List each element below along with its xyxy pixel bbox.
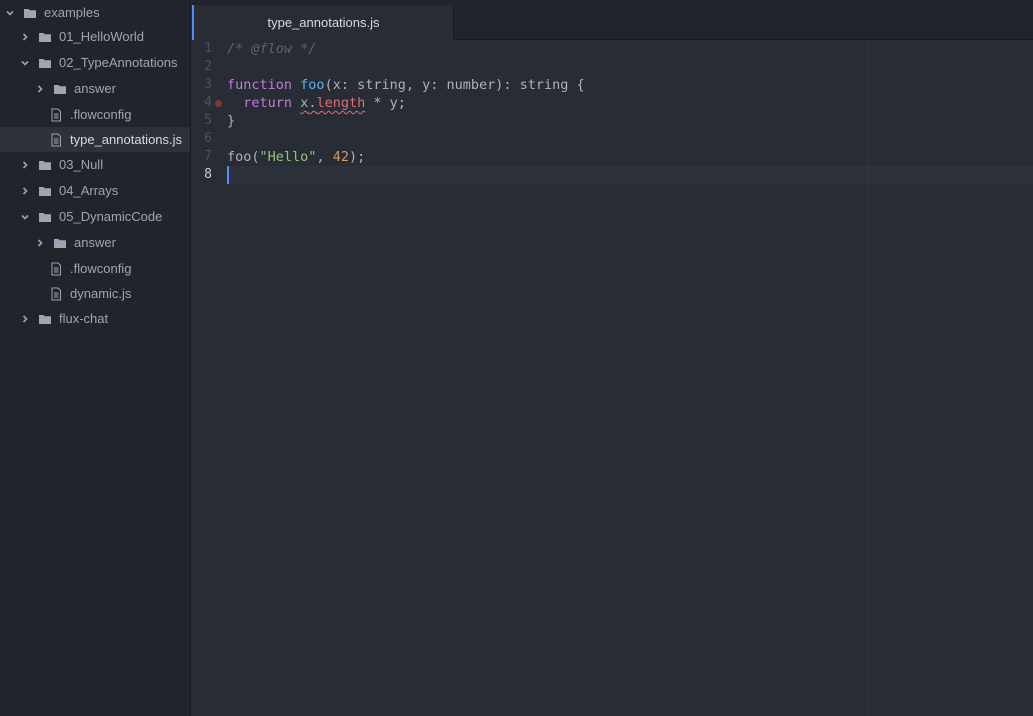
folder-icon	[38, 158, 52, 172]
tree-folder[interactable]: 03_Null	[0, 152, 190, 177]
code-token: * y;	[365, 95, 406, 111]
tree-file[interactable]: type_annotations.js	[0, 127, 190, 152]
code-token: (x: string, y: number): string {	[324, 77, 585, 93]
wrap-guide	[867, 40, 868, 716]
chevron-right-icon[interactable]	[19, 313, 31, 325]
folder-icon	[38, 210, 52, 224]
tree-folder[interactable]: examples	[0, 0, 190, 25]
code-token: foo(	[227, 149, 260, 165]
file-icon	[49, 108, 63, 122]
code-line: return x.length * y;	[227, 94, 1033, 112]
tree-folder[interactable]: answer	[0, 76, 190, 101]
line-gutter: 1 2 3 4 5 6 7 8	[192, 40, 222, 716]
file-icon	[49, 133, 63, 147]
code-token: 42	[332, 149, 349, 165]
code-line: }	[227, 112, 1033, 130]
error-indicator-icon[interactable]	[215, 100, 222, 107]
tree-item-label: 01_HelloWorld	[59, 29, 145, 44]
folder-icon	[38, 56, 52, 70]
code-token: return	[243, 95, 293, 111]
code-line	[227, 166, 1033, 184]
text-cursor	[227, 166, 229, 184]
code-area[interactable]: /* @flow */ function foo(x: string, y: nu…	[227, 40, 1033, 716]
tab-label: type_annotations.js	[267, 15, 380, 30]
line-number: 4	[204, 95, 212, 110]
tree-folder[interactable]: answer	[0, 230, 190, 255]
code-token: "Hello"	[259, 149, 317, 165]
file-tree-panel: examples 01_HelloWorld 02_TypeAnnotationsa…	[0, 0, 191, 716]
folder-icon	[23, 6, 37, 20]
line-number: 5	[204, 113, 212, 128]
chevron-right-icon[interactable]	[19, 31, 31, 43]
editor-window: examples 01_HelloWorld 02_TypeAnnotationsa…	[0, 0, 1033, 716]
tree-item-label: flux-chat	[59, 311, 109, 326]
line-number: 8	[204, 167, 212, 182]
code-line: function foo(x: string, y: number): stri…	[227, 76, 1033, 94]
tree-folder[interactable]: 04_Arrays	[0, 178, 190, 203]
editor-pane: type_annotations.js 1 2 3 4 5 6 7 8 /* @flow */…	[192, 0, 1033, 716]
chevron-right-icon[interactable]	[34, 83, 46, 95]
tree-item-label: answer	[74, 81, 116, 96]
tree-file[interactable]: .flowconfig	[0, 256, 190, 281]
folder-icon	[53, 82, 67, 96]
folder-icon	[38, 312, 52, 326]
chevron-right-icon[interactable]	[19, 185, 31, 197]
code-token: ,	[316, 149, 333, 165]
line-number: 1	[204, 41, 212, 56]
code-token: function	[227, 77, 293, 93]
code-token: /* @flow */	[227, 41, 317, 57]
tree-item-label: 05_DynamicCode	[59, 209, 163, 224]
line-number: 2	[204, 59, 212, 74]
tree-item-label: examples	[44, 5, 100, 20]
code-line: foo("Hello", 42);	[227, 148, 1033, 166]
line-number: 3	[204, 77, 212, 92]
tab-type-annotations[interactable]: type_annotations.js	[192, 5, 454, 40]
tree-file[interactable]: .flowconfig	[0, 102, 190, 127]
code-line: /* @flow */	[227, 40, 1033, 58]
file-icon	[49, 287, 63, 301]
chevron-down-icon[interactable]	[19, 57, 31, 69]
code-token: );	[348, 149, 366, 165]
code-token: length	[316, 95, 366, 111]
tree-item-label: 03_Null	[59, 157, 104, 172]
tree-item-label: .flowconfig	[70, 107, 132, 122]
tree-item-label: 02_TypeAnnotations	[59, 55, 178, 70]
folder-icon	[38, 184, 52, 198]
tree-item-label: 04_Arrays	[59, 183, 119, 198]
line-number: 6	[204, 131, 212, 146]
tree-folder[interactable]: 01_HelloWorld	[0, 24, 190, 49]
folder-icon	[53, 236, 67, 250]
tree-folder[interactable]: 02_TypeAnnotations	[0, 50, 190, 75]
tree-item-label: .flowconfig	[70, 261, 132, 276]
tree-item-label: answer	[74, 235, 116, 250]
tree-item-label: dynamic.js	[70, 286, 132, 301]
tree-folder[interactable]: 05_DynamicCode	[0, 204, 190, 229]
chevron-right-icon[interactable]	[34, 237, 46, 249]
tab-bar: type_annotations.js	[192, 0, 1033, 40]
chevron-down-icon[interactable]	[19, 211, 31, 223]
tree-folder[interactable]: flux-chat	[0, 306, 190, 331]
folder-icon	[38, 30, 52, 44]
tree-file[interactable]: dynamic.js	[0, 281, 190, 306]
line-number: 7	[204, 149, 212, 164]
code-token: foo	[300, 77, 325, 93]
code-token: }	[227, 113, 236, 129]
file-icon	[49, 262, 63, 276]
chevron-right-icon[interactable]	[19, 159, 31, 171]
tree-item-label: type_annotations.js	[70, 132, 183, 147]
chevron-down-icon[interactable]	[4, 7, 16, 19]
